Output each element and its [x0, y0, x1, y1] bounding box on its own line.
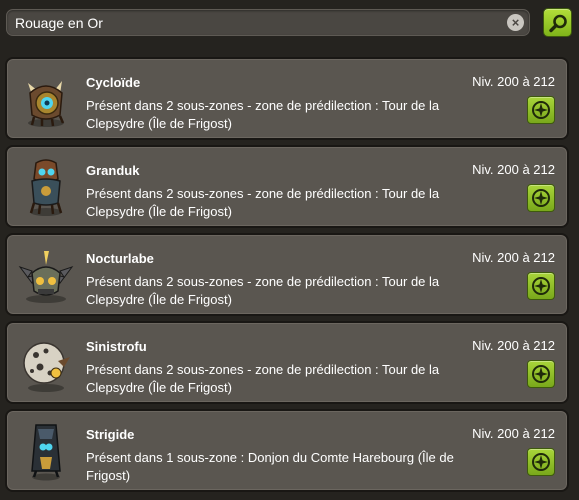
- monster-description: Présent dans 1 sous-zone : Donjon du Com…: [86, 450, 454, 483]
- spotted-egg-monster-icon: [23, 342, 70, 392]
- monster-card[interactable]: Nocturlabe Niv. 200 à 212 Présent dans 2…: [5, 233, 569, 316]
- monster-results-list: Cycloïde Niv. 200 à 212 Présent dans 2 s…: [5, 57, 569, 497]
- monster-name: Granduk: [86, 163, 140, 178]
- magnifier-icon: [549, 14, 567, 33]
- monster-name: Strigide: [86, 427, 135, 442]
- monster-name: Sinistrofu: [86, 339, 147, 354]
- monster-card[interactable]: Sinistrofu Niv. 200 à 212 Présent dans 2…: [5, 321, 569, 404]
- locate-button[interactable]: [527, 184, 555, 212]
- compass-icon: [532, 365, 550, 383]
- search-bar: ×: [6, 9, 530, 36]
- compass-icon: [532, 189, 550, 207]
- monster-description: Présent dans 2 sous-zones - zone de préd…: [86, 362, 440, 395]
- locate-button[interactable]: [527, 272, 555, 300]
- compass-icon: [532, 277, 550, 295]
- search-button[interactable]: [543, 8, 572, 37]
- monster-description: Présent dans 2 sous-zones - zone de préd…: [86, 186, 440, 219]
- clockwork-cyclops-monster-icon: [28, 81, 65, 127]
- monster-description: Présent dans 2 sous-zones - zone de préd…: [86, 274, 440, 307]
- locate-button[interactable]: [527, 96, 555, 124]
- monster-level: Niv. 200 à 212: [472, 162, 555, 177]
- hooded-owl-monster-icon: [31, 424, 61, 481]
- search-input[interactable]: [15, 10, 495, 35]
- monster-level: Niv. 200 à 212: [472, 74, 555, 89]
- locate-button[interactable]: [527, 360, 555, 388]
- monster-description: Présent dans 2 sous-zones - zone de préd…: [86, 98, 440, 131]
- monster-level: Niv. 200 à 212: [472, 250, 555, 265]
- monster-name: Cycloïde: [86, 75, 141, 90]
- monster-name: Nocturlabe: [86, 251, 154, 266]
- monster-level: Niv. 200 à 212: [472, 338, 555, 353]
- clockwork-bat-monster-icon: [18, 251, 74, 303]
- locate-button[interactable]: [527, 448, 555, 476]
- compass-icon: [532, 101, 550, 119]
- compass-icon: [532, 453, 550, 471]
- monster-card[interactable]: Cycloïde Niv. 200 à 212 Présent dans 2 s…: [5, 57, 569, 140]
- clockwork-warrior-monster-icon: [29, 159, 63, 216]
- monster-card[interactable]: Strigide Niv. 200 à 212 Présent dans 1 s…: [5, 409, 569, 492]
- monster-level: Niv. 200 à 212: [472, 426, 555, 441]
- monster-card[interactable]: Granduk Niv. 200 à 212 Présent dans 2 so…: [5, 145, 569, 228]
- clear-search-icon[interactable]: ×: [507, 14, 524, 31]
